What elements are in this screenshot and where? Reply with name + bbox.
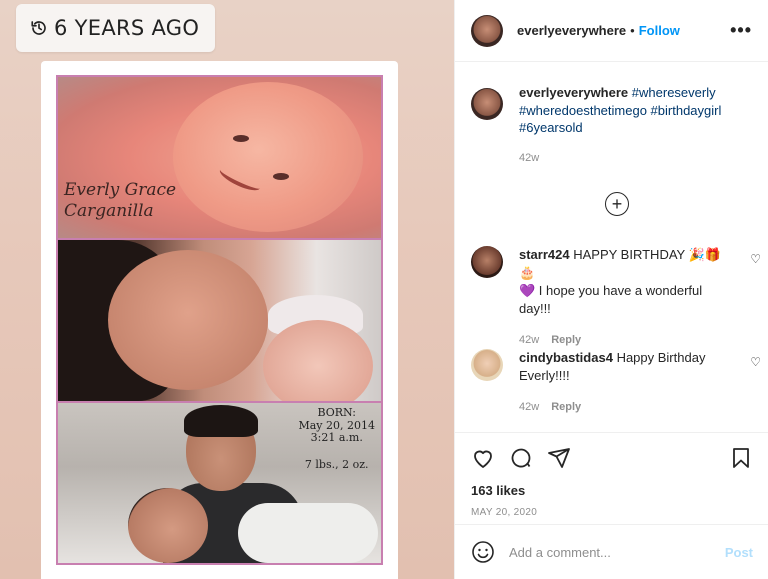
memory-badge[interactable]: 6 YEARS AGO — [16, 4, 216, 52]
avatar[interactable] — [471, 88, 503, 120]
caption-username[interactable]: everlyeverywhere — [519, 85, 628, 100]
script-line-2: Carganilla — [64, 201, 154, 221]
comment-age: 42w — [519, 334, 540, 346]
born-time: 3:21 a.m. — [310, 431, 363, 444]
baby-eye — [273, 173, 289, 180]
mother-in-bed — [128, 488, 208, 563]
share-icon[interactable] — [547, 446, 571, 470]
add-comment-bar: Add a comment... Post — [455, 524, 768, 579]
like-comment-heart-icon[interactable]: ♡ — [750, 355, 761, 369]
father-hair — [184, 405, 258, 437]
caption: everlyeverywhere #whereseverly #wheredoe… — [471, 84, 761, 167]
add-comment-input[interactable]: Add a comment... — [509, 545, 611, 560]
comment-icon[interactable] — [509, 446, 533, 470]
comment-body: cindybastidas4 Happy Birthday Everly!!!!… — [519, 349, 729, 416]
hashtag[interactable]: #birthdaygirl — [651, 103, 722, 118]
reply-button[interactable]: Reply — [551, 398, 581, 416]
header-username[interactable]: everlyeverywhere — [517, 23, 626, 38]
likes-count[interactable]: 163 likes — [471, 483, 753, 498]
born-weight: 7 lbs., 2 oz. — [304, 457, 369, 471]
post-media-area: 6 YEARS AGO Everly Grace Carganilla BORN… — [0, 0, 454, 579]
caption-body: everlyeverywhere #whereseverly #wheredoe… — [519, 84, 761, 167]
comment-item: cindybastidas4 Happy Birthday Everly!!!!… — [471, 349, 761, 416]
comment-text: 💜 I hope you have a wonderful day!!! — [519, 283, 703, 316]
post-header: everlyeverywhere • Follow ••• — [455, 0, 768, 62]
baby-blanket — [238, 503, 378, 563]
avatar[interactable] — [471, 246, 503, 278]
comment-username[interactable]: starr424 — [519, 247, 570, 262]
reply-button[interactable]: Reply — [551, 331, 581, 349]
like-comment-heart-icon[interactable]: ♡ — [750, 252, 761, 266]
comment-meta: 42w Reply — [519, 398, 729, 416]
mother-face — [108, 250, 268, 390]
avatar[interactable] — [471, 14, 503, 47]
comment-meta: 42w Reply — [519, 331, 729, 349]
script-line-1: Everly Grace — [64, 180, 177, 200]
history-icon — [31, 21, 46, 35]
birth-info: BORN: May 20, 2014 3:21 a.m. 7 lbs., 2 o… — [298, 406, 375, 471]
post-actions: 163 likes MAY 20, 2020 — [455, 432, 768, 518]
post-date: MAY 20, 2020 — [471, 507, 538, 518]
mother-and-baby-photo — [58, 240, 381, 401]
plus-circle-icon[interactable]: + — [605, 192, 629, 216]
comment-item: starr424 HAPPY BIRTHDAY 🎉🎁🎂 💜 I hope you… — [471, 246, 761, 349]
hashtag[interactable]: #wheredoesthetimego — [519, 103, 647, 118]
post-sidebar: everlyeverywhere • Follow ••• everlyever… — [454, 0, 768, 579]
family-photo: BORN: May 20, 2014 3:21 a.m. 7 lbs., 2 o… — [58, 403, 381, 563]
bookmark-icon[interactable] — [729, 446, 753, 470]
more-options-icon[interactable]: ••• — [730, 20, 752, 41]
memory-label: 6 YEARS AGO — [54, 16, 200, 40]
follow-button[interactable]: Follow — [639, 23, 680, 38]
baby-eye — [233, 135, 249, 142]
born-label: BORN: — [317, 406, 356, 419]
post-comment-button[interactable]: Post — [725, 545, 753, 560]
hashtag[interactable]: #whereseverly — [632, 85, 716, 100]
avatar[interactable] — [471, 349, 503, 381]
comment-username[interactable]: cindybastidas4 — [519, 350, 613, 365]
emoji-icon[interactable] — [471, 540, 495, 564]
heart-icon[interactable] — [471, 446, 495, 470]
newborn-closeup-photo: Everly Grace Carganilla — [58, 77, 381, 238]
caption-age: 42w — [519, 151, 540, 164]
baby-face — [173, 82, 363, 232]
comment-age: 42w — [519, 401, 540, 413]
baby-name-script: Everly Grace Carganilla — [64, 180, 176, 222]
comment-body: starr424 HAPPY BIRTHDAY 🎉🎁🎂 💜 I hope you… — [519, 246, 729, 349]
hashtag[interactable]: #6yearsold — [519, 120, 583, 135]
photo-collage[interactable]: Everly Grace Carganilla BORN: May 20, 20… — [56, 75, 383, 565]
separator-dot: • — [630, 23, 635, 38]
